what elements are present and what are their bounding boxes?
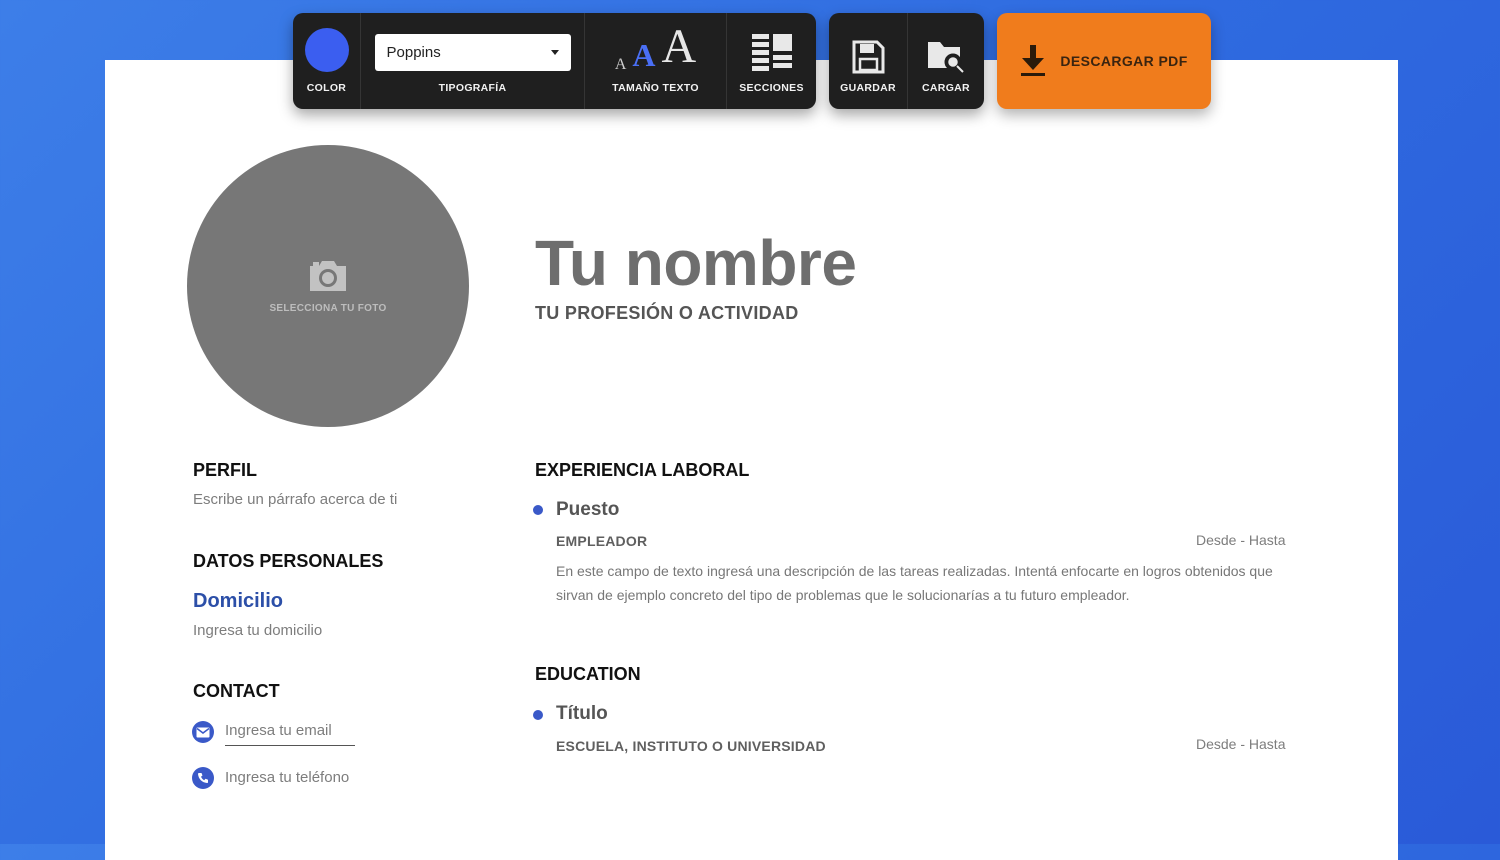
font-select[interactable]: Poppins — [374, 34, 571, 71]
color-tool[interactable]: COLOR — [293, 13, 361, 109]
chevron-down-icon — [550, 50, 559, 55]
font-label: TIPOGRAFÍA — [438, 82, 507, 94]
sections-tool[interactable]: SECCIONES — [727, 13, 816, 109]
text-size-icon[interactable]: A A A — [615, 20, 696, 74]
experience-dates[interactable]: Desde - Hasta — [1196, 532, 1285, 548]
color-label: COLOR — [306, 82, 347, 94]
color-swatch[interactable] — [304, 28, 349, 72]
education-bullet — [533, 710, 543, 720]
profile-heading: PERFIL — [193, 460, 258, 480]
load-label: CARGAR — [922, 82, 970, 94]
profession-field[interactable]: TU PROFESIÓN O ACTIVIDAD — [535, 303, 799, 324]
contact-heading: CONTACT — [193, 681, 280, 701]
employer-field[interactable]: EMPLEADOR — [556, 533, 647, 549]
school-field[interactable]: ESCUELA, INSTITUTO O UNIVERSIDAD — [556, 738, 826, 754]
file-toolbar: GUARDAR CARGAR — [829, 13, 984, 109]
degree-field[interactable]: Título — [556, 703, 608, 725]
email-input[interactable]: Ingresa tu email — [225, 722, 355, 746]
editor-toolbar: COLOR Poppins TIPOGRAFÍA A A A TAMAÑO TE… — [293, 13, 816, 109]
text-size-tool[interactable]: A A A TAMAÑO TEXTO — [585, 13, 727, 109]
sections-label: SECCIONES — [739, 82, 804, 94]
text-size-small[interactable]: A — [615, 56, 627, 74]
experience-bullet — [533, 505, 543, 515]
save-button[interactable]: GUARDAR — [829, 13, 908, 109]
download-pdf-button[interactable]: DESCARGAR PDF — [997, 13, 1211, 109]
phone-icon — [192, 767, 214, 789]
download-icon — [1021, 45, 1046, 76]
download-pdf-label: DESCARGAR PDF — [1060, 53, 1188, 69]
text-size-label: TAMAÑO TEXTO — [612, 82, 699, 94]
font-select-value: Poppins — [386, 44, 441, 61]
text-size-medium[interactable]: A — [632, 37, 655, 74]
text-size-large[interactable]: A — [662, 19, 697, 74]
experience-description[interactable]: En este campo de texto ingresá una descr… — [556, 559, 1301, 607]
email-icon — [192, 721, 214, 743]
education-heading: EDUCATION — [535, 664, 641, 684]
name-field[interactable]: Tu nombre — [535, 226, 857, 300]
sections-icon — [751, 34, 792, 71]
experience-heading: EXPERIENCIA LABORAL — [535, 460, 750, 480]
position-field[interactable]: Puesto — [556, 499, 619, 521]
folder-search-icon — [928, 42, 965, 74]
photo-picker[interactable]: SELECCIONA TU FOTO — [187, 145, 469, 427]
camera-icon — [310, 260, 346, 291]
address-input[interactable]: Ingresa tu domicilio — [193, 622, 322, 639]
save-icon — [852, 40, 885, 74]
personal-data-heading: DATOS PERSONALES — [193, 551, 384, 571]
photo-label: SELECCIONA TU FOTO — [269, 302, 387, 314]
address-label[interactable]: Domicilio — [193, 590, 283, 613]
save-label: GUARDAR — [840, 82, 896, 94]
load-button[interactable]: CARGAR — [908, 13, 984, 109]
profile-text[interactable]: Escribe un párrafo acerca de ti — [193, 491, 397, 508]
education-dates[interactable]: Desde - Hasta — [1196, 736, 1285, 752]
font-tool: Poppins TIPOGRAFÍA — [361, 13, 585, 109]
phone-input[interactable]: Ingresa tu teléfono — [225, 769, 349, 786]
